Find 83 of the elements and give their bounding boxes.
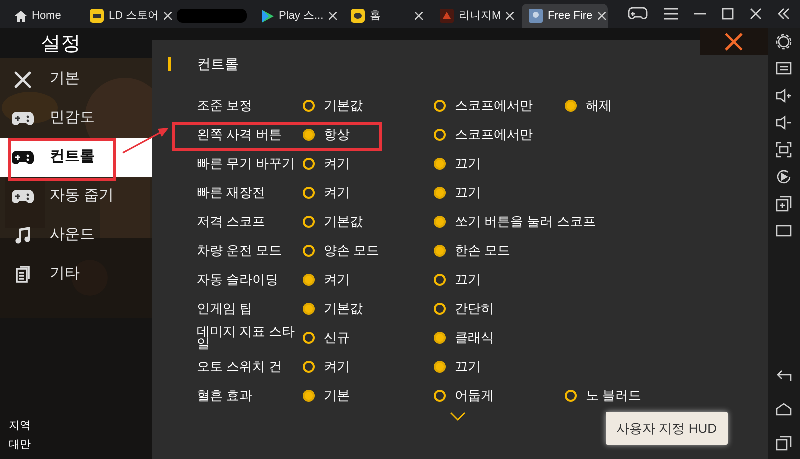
setting-label: 자동 슬라이딩 [197, 274, 280, 286]
replay-icon[interactable] [776, 169, 792, 185]
radio-option[interactable]: 노 블러드 [565, 386, 642, 406]
radio-option[interactable]: 기본 [303, 386, 350, 406]
radio-option[interactable]: 양손 모드 [303, 240, 380, 260]
setting-label: 빠른 무기 바꾸기 [197, 158, 296, 170]
region-value: 대만 [9, 438, 31, 453]
volume-down-icon[interactable] [776, 115, 792, 131]
close-icon[interactable] [506, 12, 514, 20]
chat-icon [351, 9, 365, 23]
radio-option[interactable]: 한손 모드 [434, 240, 511, 260]
close-icon[interactable] [328, 12, 337, 20]
radio-option[interactable]: 끄기 [434, 356, 481, 376]
sidebar-item[interactable]: 자동 줍기 [0, 177, 152, 216]
setting-label: 인게임 팁 [197, 302, 254, 314]
setting-label: 오토 스위치 건 [197, 360, 284, 372]
arrow [122, 126, 170, 154]
setting-label: 차량 운전 모드 [197, 244, 284, 256]
radio-option[interactable]: 쏘기 버튼을 눌러 스코프 [434, 212, 596, 232]
radio-option[interactable]: 항상 [303, 124, 350, 144]
radio-option[interactable]: 켜기 [303, 270, 350, 290]
settings-icon[interactable] [776, 34, 792, 50]
close-icon[interactable] [598, 12, 606, 20]
house-icon [15, 10, 27, 22]
close-icon[interactable] [415, 12, 423, 20]
section-title: 컨트롤 [197, 54, 239, 74]
radio-option[interactable]: 간단히 [434, 298, 494, 318]
radio-option[interactable]: 켜기 [303, 182, 350, 202]
document-icon [16, 266, 30, 283]
sidebar-item[interactable]: 컨트롤 [0, 138, 152, 177]
sidebar-title: 설정 [40, 32, 82, 57]
menu-icon[interactable] [664, 8, 678, 20]
recents-icon[interactable] [776, 435, 792, 451]
sidebar-item[interactable]: 민감도 [0, 99, 152, 138]
radio-option[interactable]: 기본값 [303, 298, 363, 318]
minimize-icon[interactable] [694, 13, 706, 15]
radio-option[interactable]: 켜기 [303, 356, 350, 376]
fullscreen-icon[interactable] [776, 142, 792, 158]
volume-up-icon[interactable] [776, 88, 792, 104]
chevron-down-icon[interactable] [450, 412, 466, 421]
radio-option[interactable]: 어둡게 [434, 386, 494, 406]
radio-option[interactable]: 해제 [565, 96, 612, 116]
radio-option[interactable]: 스코프에서만 [434, 124, 533, 144]
keyboard-icon[interactable] [776, 61, 792, 77]
radio-option[interactable]: 끄기 [434, 182, 481, 202]
setting-label: 데미지 지표 스타일 [197, 326, 296, 350]
setting-label: 조준 보정 [197, 100, 254, 112]
setting-label: 왼쪽 사격 버튼 [197, 128, 284, 140]
tab[interactable]: Play 스... [255, 4, 341, 28]
app-icon [529, 9, 543, 23]
play-icon [262, 10, 274, 22]
home-icon[interactable] [776, 401, 792, 417]
app-icon [440, 9, 454, 23]
collapse-icon[interactable] [778, 8, 790, 20]
tab[interactable]: Free Fire [522, 4, 608, 28]
setting-label: 혈흔 효과 [197, 390, 254, 402]
radio-option[interactable]: 기본값 [303, 212, 363, 232]
music-icon [15, 227, 31, 244]
radio-option[interactable]: 끄기 [434, 270, 481, 290]
close-icon[interactable] [750, 8, 762, 20]
close-button[interactable] [700, 28, 768, 55]
custom-hud-button[interactable]: 사용자 지정 HUD [606, 412, 728, 445]
close-icon[interactable] [725, 32, 743, 50]
add-window-icon[interactable] [776, 196, 792, 212]
more-icon[interactable] [776, 223, 792, 239]
setting-label: 빠른 재장전 [197, 186, 267, 198]
radio-option[interactable]: 끄기 [434, 154, 481, 174]
tab[interactable]: 리니지M [433, 4, 519, 28]
close-icon[interactable] [164, 12, 172, 20]
setting-label: 저격 스코프 [197, 216, 267, 228]
radio-option[interactable]: 신규 [303, 328, 350, 348]
sidebar-item[interactable]: 기본 [0, 60, 152, 99]
radio-option[interactable]: 켜기 [303, 154, 350, 174]
tab[interactable]: Home [8, 4, 80, 28]
sidebar-item[interactable]: 사운드 [0, 216, 152, 255]
maximize-icon[interactable] [722, 8, 734, 20]
tab[interactable]: LD 스토어 [83, 4, 169, 28]
radio-option[interactable]: 스코프에서만 [434, 96, 533, 116]
tab[interactable]: 홈 [344, 4, 430, 28]
radio-option[interactable]: 기본값 [303, 96, 363, 116]
radio-option[interactable]: 클래식 [434, 328, 494, 348]
section-marker [168, 57, 171, 71]
region-label: 지역 [9, 419, 31, 434]
